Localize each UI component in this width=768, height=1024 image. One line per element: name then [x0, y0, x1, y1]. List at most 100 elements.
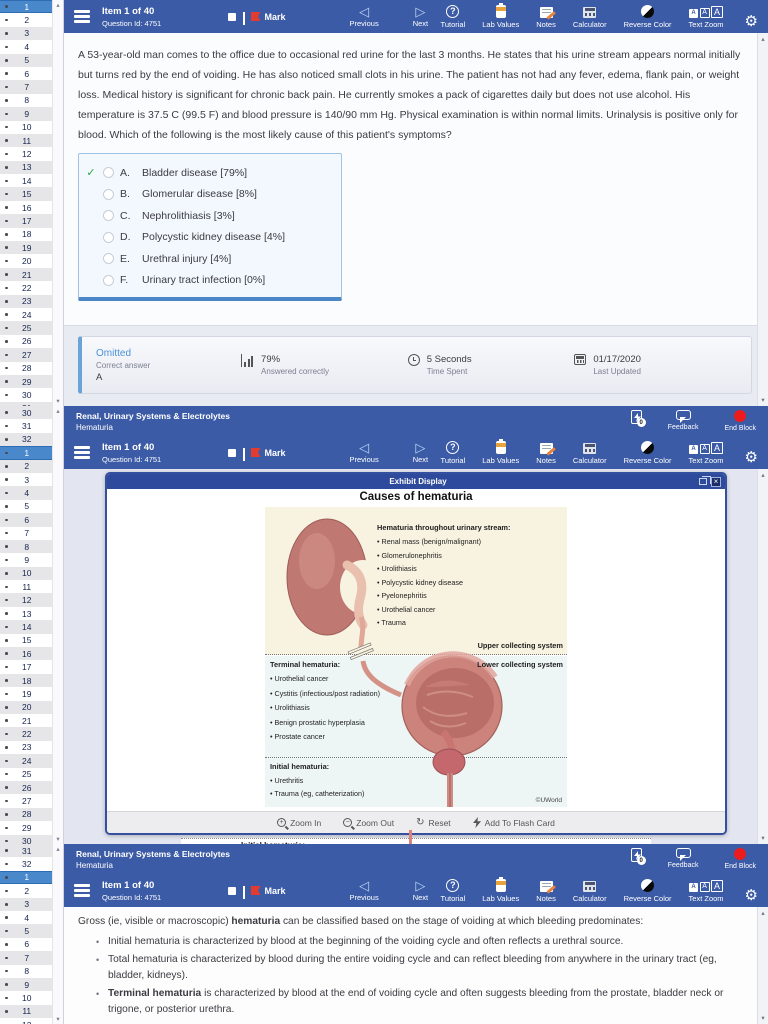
- question-number-row[interactable]: 3: [0, 897, 52, 911]
- mark-checkbox[interactable]: [228, 12, 236, 21]
- question-number-row[interactable]: 7: [0, 951, 52, 965]
- choice-radio[interactable]: [103, 210, 114, 222]
- question-number-row[interactable]: 26: [0, 335, 52, 348]
- question-number-row[interactable]: 25: [0, 321, 52, 335]
- tutorial-button[interactable]: ? Tutorial: [441, 4, 465, 29]
- question-number-row[interactable]: 25: [0, 768, 52, 781]
- question-number-row[interactable]: 7: [0, 80, 52, 94]
- question-number-row[interactable]: 13: [0, 607, 52, 620]
- question-number-row[interactable]: 5: [0, 53, 52, 67]
- calculator-button[interactable]: Calculator: [573, 442, 607, 465]
- question-number-row[interactable]: 3: [0, 473, 52, 486]
- question-number-row[interactable]: 10: [0, 566, 52, 581]
- calculator-button[interactable]: Calculator: [573, 880, 607, 903]
- question-number-row[interactable]: 30: [0, 406, 52, 420]
- question-number-row[interactable]: 11: [0, 133, 52, 148]
- question-number-row[interactable]: 18: [0, 673, 52, 688]
- content-scrollbar[interactable]: ▴ ▾: [757, 33, 768, 406]
- mark-control[interactable]: Mark: [228, 883, 286, 899]
- scroll-up-icon[interactable]: ▴: [758, 471, 768, 479]
- feedback-button[interactable]: Feedback: [668, 410, 698, 431]
- previous-button[interactable]: ◁ Previous: [350, 441, 379, 464]
- question-number-row[interactable]: 27: [0, 348, 52, 362]
- question-number-row[interactable]: 12: [0, 147, 52, 160]
- question-number-row[interactable]: 4: [0, 486, 52, 500]
- question-number-row[interactable]: 5: [0, 500, 52, 513]
- menu-icon[interactable]: [74, 10, 90, 23]
- next-button[interactable]: ▷ Next: [413, 5, 428, 28]
- calculator-button[interactable]: Calculator: [573, 6, 607, 29]
- scroll-down-icon[interactable]: ▾: [758, 396, 768, 404]
- question-number-row[interactable]: 12: [0, 593, 52, 607]
- question-number-row[interactable]: 10: [0, 121, 52, 134]
- question-number-row[interactable]: 23: [0, 741, 52, 754]
- choice-radio[interactable]: [103, 274, 114, 286]
- mark-checkbox[interactable]: [228, 886, 236, 895]
- mark-control[interactable]: Mark: [228, 9, 286, 25]
- question-number-row[interactable]: 23: [0, 294, 52, 308]
- tutorial-button[interactable]: ? Tutorial: [441, 878, 465, 903]
- question-number-row[interactable]: 30: [0, 834, 52, 844]
- scroll-up-icon[interactable]: ▴: [53, 845, 63, 853]
- question-number-row[interactable]: 2: [0, 459, 52, 473]
- reverse-color-button[interactable]: Reverse Color: [624, 4, 672, 29]
- text-zoom-button[interactable]: AAA Text Zoom: [689, 879, 724, 903]
- question-number-row[interactable]: 5: [0, 924, 52, 938]
- next-button[interactable]: ▷ Next: [413, 441, 428, 464]
- scroll-down-icon[interactable]: ▾: [53, 835, 63, 843]
- mark-checkbox[interactable]: [228, 448, 236, 457]
- question-number-row[interactable]: 7: [0, 527, 52, 540]
- notes-button[interactable]: Notes: [536, 442, 556, 465]
- scroll-up-icon[interactable]: ▴: [53, 407, 63, 415]
- question-number-row[interactable]: 22: [0, 727, 52, 741]
- add-flash-card-button[interactable]: Add To Flash Card: [472, 817, 555, 828]
- question-number-row[interactable]: 8: [0, 94, 52, 107]
- question-number-row[interactable]: 6: [0, 513, 52, 527]
- question-number-row[interactable]: 28: [0, 362, 52, 375]
- exhibit-title-bar[interactable]: Exhibit Display ×: [107, 474, 725, 489]
- end-block-button[interactable]: End Block: [724, 410, 756, 432]
- question-number-row[interactable]: 14: [0, 620, 52, 634]
- scroll-down-icon[interactable]: ▾: [758, 1014, 768, 1022]
- end-block-button[interactable]: End Block: [724, 848, 756, 870]
- scroll-down-icon[interactable]: ▾: [53, 397, 63, 405]
- question-number-row[interactable]: 6: [0, 67, 52, 80]
- settings-gear-icon[interactable]: ⚙: [745, 14, 758, 29]
- reset-button[interactable]: ↻ Reset: [416, 817, 451, 828]
- scroll-up-icon[interactable]: ▴: [53, 1, 63, 9]
- text-zoom-button[interactable]: AAA Text Zoom: [689, 441, 724, 465]
- answer-choice-row[interactable]: ✓ B. Glomerular disease [8%]: [85, 184, 335, 206]
- scroll-up-icon[interactable]: ▴: [758, 35, 768, 43]
- choice-radio[interactable]: [103, 188, 114, 200]
- question-number-row[interactable]: 1: [0, 446, 52, 460]
- menu-icon[interactable]: [74, 446, 90, 459]
- question-number-row[interactable]: 17: [0, 214, 52, 228]
- scroll-down-icon[interactable]: ▾: [53, 1015, 63, 1023]
- question-number-row[interactable]: 19: [0, 687, 52, 700]
- question-number-row[interactable]: 1: [0, 0, 52, 14]
- lab-values-button[interactable]: Lab Values: [482, 438, 519, 465]
- question-number-row[interactable]: 20: [0, 254, 52, 267]
- zoom-in-button[interactable]: + Zoom In: [277, 818, 321, 828]
- notes-button[interactable]: Notes: [536, 880, 556, 903]
- previous-button[interactable]: ◁ Previous: [350, 879, 379, 902]
- question-number-row[interactable]: 15: [0, 634, 52, 647]
- question-number-row[interactable]: 2: [0, 13, 52, 26]
- answer-choice-row[interactable]: ✓ C. Nephrolithiasis [3%]: [85, 205, 335, 227]
- text-zoom-button[interactable]: AAA Text Zoom: [689, 5, 724, 29]
- question-number-row[interactable]: 2: [0, 884, 52, 897]
- question-number-row[interactable]: 9: [0, 107, 52, 121]
- choice-radio[interactable]: [103, 231, 114, 243]
- content-scrollbar[interactable]: ▴ ▾: [757, 469, 768, 844]
- scroll-up-icon[interactable]: ▴: [758, 909, 768, 917]
- question-number-row[interactable]: 9: [0, 977, 52, 992]
- question-number-row[interactable]: 16: [0, 201, 52, 214]
- question-number-row[interactable]: 4: [0, 911, 52, 924]
- next-button[interactable]: ▷ Next: [413, 879, 428, 902]
- question-number-row[interactable]: 11: [0, 580, 52, 593]
- question-number-row[interactable]: 16: [0, 647, 52, 661]
- question-number-row[interactable]: 18: [0, 228, 52, 241]
- question-number-row[interactable]: 21: [0, 267, 52, 282]
- answer-choice-row[interactable]: ✓ D. Polycystic kidney disease [4%]: [85, 227, 335, 249]
- answer-choice-row[interactable]: ✓ E. Urethral injury [4%]: [85, 248, 335, 270]
